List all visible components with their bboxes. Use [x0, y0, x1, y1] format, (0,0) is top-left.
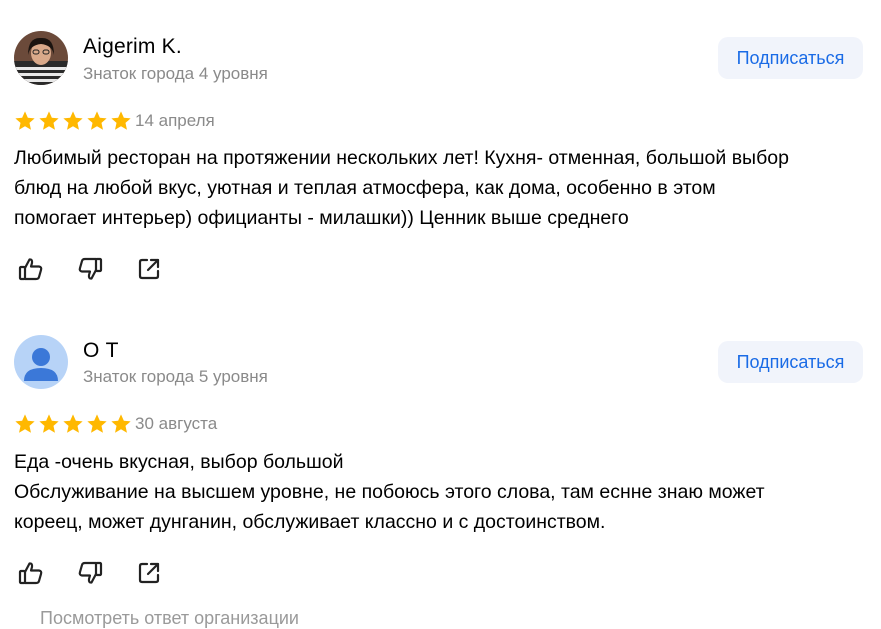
dislike-button[interactable] — [75, 558, 105, 588]
rating-stars — [14, 413, 132, 435]
review-actions — [16, 254, 193, 284]
share-button[interactable] — [134, 558, 164, 588]
thumbs-up-icon — [18, 258, 43, 281]
like-button[interactable] — [16, 558, 46, 588]
subscribe-button[interactable]: Подписаться — [718, 341, 863, 383]
review-date: 14 апреля — [135, 111, 215, 130]
author-level: Знаток города 4 уровня — [83, 64, 268, 83]
thumbs-down-icon — [78, 561, 103, 584]
star-icon — [39, 111, 59, 130]
author-level: Знаток города 5 уровня — [83, 367, 268, 386]
dislike-button[interactable] — [75, 254, 105, 284]
star-icon — [111, 414, 131, 433]
avatar[interactable] — [14, 31, 68, 85]
star-icon — [63, 414, 83, 433]
review-text: Любимый ресторан на протяжении нескольки… — [14, 143, 874, 233]
review-actions — [16, 558, 193, 588]
star-icon — [87, 111, 107, 130]
review-text-line: блюд на любой вкус, уютная и теплая атмо… — [14, 177, 716, 199]
share-icon — [138, 562, 160, 584]
avatar[interactable] — [14, 335, 68, 389]
star-icon — [111, 111, 131, 130]
review-date: 30 августа — [135, 414, 218, 433]
thumbs-down-icon — [78, 257, 103, 280]
review-text-line: Обслуживание на высшем уровне, не побоюс… — [14, 481, 765, 503]
review-text-line: кореец, может дунганин, обслуживает клас… — [14, 511, 606, 533]
star-icon — [39, 414, 59, 433]
show-business-reply-link[interactable]: Посмотреть ответ организации — [40, 608, 299, 629]
author-name[interactable]: Aigerim K. — [83, 35, 182, 59]
rating-stars — [14, 110, 132, 132]
like-button[interactable] — [16, 254, 46, 284]
star-icon — [15, 111, 35, 130]
review-text-line: Еда -очень вкусная, выбор большой — [14, 451, 344, 473]
author-name[interactable]: О Т — [83, 339, 119, 363]
star-icon — [87, 414, 107, 433]
share-icon — [138, 258, 160, 280]
review-text-line: помогает интерьер) официанты - милашки))… — [14, 207, 629, 229]
review-text: Еда -очень вкусная, выбор большой Обслуж… — [14, 447, 874, 537]
review-text-line: Любимый ресторан на протяжении нескольки… — [14, 147, 789, 169]
subscribe-button[interactable]: Подписаться — [718, 37, 863, 79]
star-icon — [15, 414, 35, 433]
share-button[interactable] — [134, 254, 164, 284]
thumbs-up-icon — [18, 562, 43, 585]
star-icon — [63, 111, 83, 130]
